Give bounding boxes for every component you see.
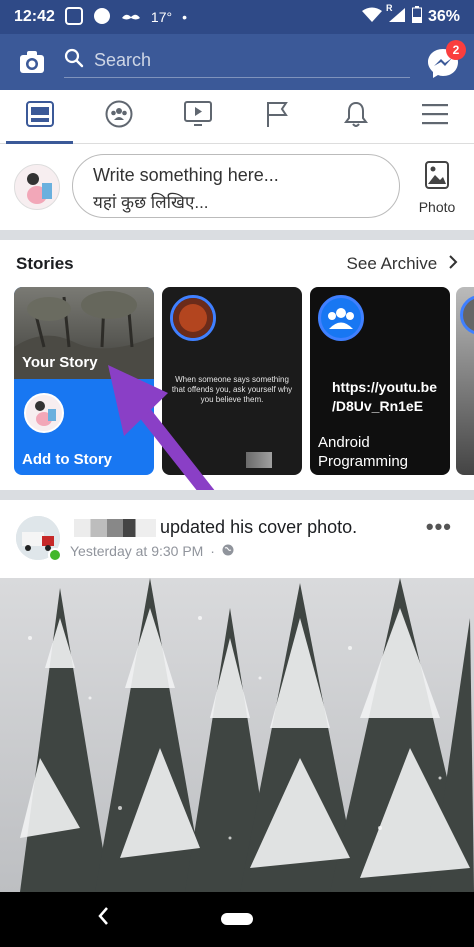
post-meta: Yesterday at 9:30 PM · (70, 543, 234, 559)
post-more-options-button[interactable]: ••• (426, 514, 452, 540)
online-status-dot (48, 548, 62, 562)
globe-icon (222, 543, 234, 559)
cover-photo[interactable] (0, 578, 474, 892)
meta-separator: · (210, 543, 215, 559)
post-action-text: updated his cover photo. (160, 517, 358, 537)
section-divider-2 (0, 490, 474, 500)
post-header: updated his cover photo. Yesterday at 9:… (0, 500, 474, 578)
back-chevron-icon[interactable] (96, 905, 110, 934)
home-pill-button[interactable] (221, 913, 253, 925)
post-timestamp[interactable]: Yesterday at 9:30 PM (70, 543, 203, 559)
system-navigation-bar (0, 892, 474, 947)
post-author-name-blurred[interactable] (74, 519, 156, 537)
